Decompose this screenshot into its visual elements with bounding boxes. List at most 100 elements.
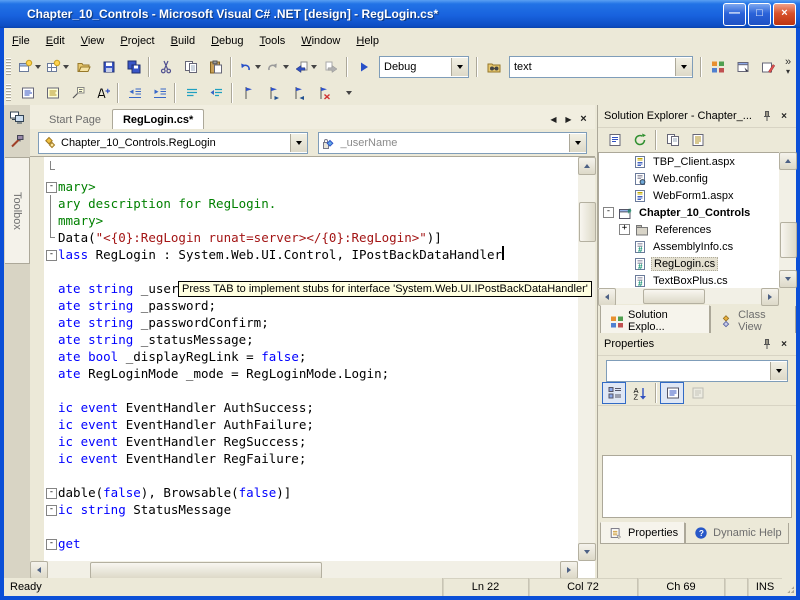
dropdown-arrow-icon[interactable]: [311, 65, 317, 69]
tab-dynamic-help[interactable]: ? Dynamic Help: [685, 523, 788, 544]
tab-properties[interactable]: Properties: [600, 522, 685, 544]
show-all-files-button[interactable]: [660, 129, 684, 151]
server-explorer-button[interactable]: [4, 105, 28, 129]
tree-scroll-right-icon[interactable]: [761, 288, 779, 306]
debug-dropdown-arrow[interactable]: [451, 58, 468, 76]
maximize-button[interactable]: □: [748, 3, 771, 26]
menu-build[interactable]: Build: [163, 32, 203, 50]
fold-margin[interactable]: -: [44, 535, 58, 552]
comment-lines-button[interactable]: [178, 81, 203, 105]
fold-margin[interactable]: [44, 280, 58, 297]
scroll-left-icon[interactable]: [30, 561, 48, 579]
close-panel-icon[interactable]: ×: [776, 109, 792, 124]
members-dropdown-arrow[interactable]: [569, 134, 586, 152]
menu-debug[interactable]: Debug: [203, 32, 251, 50]
fold-collapse-icon[interactable]: -: [46, 505, 57, 516]
editor-horizontal-scrollbar[interactable]: [30, 561, 578, 578]
cut-button[interactable]: [152, 55, 177, 79]
dropdown-arrow-icon[interactable]: [283, 65, 289, 69]
toolbar-grip[interactable]: [6, 58, 11, 76]
tree-item-textboxplus-cs[interactable]: #TextBoxPlus.cs: [599, 272, 779, 289]
dropdown-arrow-icon[interactable]: [35, 65, 41, 69]
fold-margin[interactable]: [44, 348, 58, 365]
fold-margin[interactable]: -: [44, 501, 58, 518]
toolbox-button[interactable]: [4, 129, 28, 153]
fold-margin[interactable]: [44, 263, 58, 280]
debug-configuration-dropdown[interactable]: Debug: [379, 56, 469, 78]
increase-indent-button[interactable]: [146, 81, 171, 105]
scroll-up-icon[interactable]: [578, 157, 596, 175]
properties-button[interactable]: [685, 129, 709, 151]
properties-pin-icon[interactable]: [760, 337, 776, 352]
members-dropdown[interactable]: _userName: [318, 132, 588, 154]
toolbar-grip[interactable]: [6, 84, 11, 102]
menu-help[interactable]: Help: [348, 32, 387, 50]
fold-margin[interactable]: [44, 331, 58, 348]
menu-view[interactable]: View: [73, 32, 113, 50]
resize-grip[interactable]: [782, 578, 796, 596]
menu-project[interactable]: Project: [112, 32, 162, 50]
tree-scroll-down-icon[interactable]: [779, 270, 797, 288]
menu-tools[interactable]: Tools: [252, 32, 294, 50]
fold-collapse-icon[interactable]: -: [46, 539, 57, 550]
fold-margin[interactable]: [44, 229, 58, 246]
fold-margin[interactable]: -: [44, 484, 58, 501]
tree-scroll-up-icon[interactable]: [779, 152, 797, 170]
fold-margin[interactable]: [44, 433, 58, 450]
bookmark-clear-button[interactable]: [310, 81, 335, 105]
solution-tree[interactable]: TBP_Client.aspxWeb.configWebForm1.aspx-#…: [598, 152, 779, 290]
minimize-button[interactable]: —: [723, 3, 746, 26]
expand-minus-icon[interactable]: -: [603, 207, 614, 218]
new-project-button[interactable]: [14, 55, 42, 79]
navigate-forward-button[interactable]: [318, 55, 343, 79]
tree-item-reglogin-cs[interactable]: #RegLogin.cs: [599, 255, 779, 272]
hscroll-thumb[interactable]: [90, 562, 322, 579]
fold-collapse-icon[interactable]: -: [46, 250, 57, 261]
find-in-files-button[interactable]: [480, 55, 505, 79]
toolbar-overflow-dropdown[interactable]: [335, 81, 360, 105]
bookmark-toggle-button[interactable]: [235, 81, 260, 105]
toolbox-window-button[interactable]: [754, 55, 779, 79]
tab-start-page[interactable]: Start Page: [38, 109, 112, 129]
member-list-button[interactable]: [14, 81, 39, 105]
fold-margin[interactable]: -: [44, 246, 58, 263]
tree-item-web-config[interactable]: Web.config: [599, 170, 779, 187]
code-editor[interactable]: -mary>ary description for RegLogin.mmary…: [30, 156, 595, 578]
tree-item-chapter-10-controls[interactable]: -#Chapter_10_Controls: [599, 204, 779, 221]
fold-margin[interactable]: -: [44, 178, 58, 195]
paste-button[interactable]: [202, 55, 227, 79]
decrease-indent-button[interactable]: [121, 81, 146, 105]
uncomment-lines-button[interactable]: [203, 81, 228, 105]
fold-collapse-icon[interactable]: -: [46, 488, 57, 499]
properties-object-dropdown[interactable]: [606, 360, 788, 382]
find-combo[interactable]: text: [509, 56, 693, 78]
menu-edit[interactable]: Edit: [38, 32, 73, 50]
fold-collapse-icon[interactable]: -: [46, 182, 57, 193]
properties-close-icon[interactable]: ×: [776, 337, 792, 352]
tree-vertical-scrollbar[interactable]: [779, 152, 796, 288]
tree-item-tbp-client-aspx[interactable]: TBP_Client.aspx: [599, 153, 779, 170]
toolbar-options-button[interactable]: »▾: [781, 58, 795, 76]
vscroll-thumb[interactable]: [579, 202, 596, 242]
save-all-button[interactable]: [120, 55, 145, 79]
properties-dropdown-arrow[interactable]: [770, 362, 787, 380]
tree-item-references[interactable]: +References: [599, 221, 779, 238]
alphabetical-button[interactable]: AZ: [627, 382, 651, 404]
fold-margin[interactable]: [44, 467, 58, 484]
fold-margin[interactable]: [44, 450, 58, 467]
types-dropdown-arrow[interactable]: [290, 134, 307, 152]
fold-margin[interactable]: [44, 212, 58, 229]
close-document-icon[interactable]: ×: [576, 113, 591, 125]
dropdown-arrow-icon[interactable]: [63, 65, 69, 69]
fold-margin[interactable]: [44, 161, 58, 178]
tree-vscroll-thumb[interactable]: [780, 222, 797, 258]
toolbox-tab[interactable]: Toolbox: [5, 157, 30, 264]
scroll-right-icon[interactable]: [560, 561, 578, 579]
editor-vertical-scrollbar[interactable]: [578, 157, 595, 561]
start-button[interactable]: [350, 55, 375, 79]
fold-margin[interactable]: [44, 297, 58, 314]
copy-button[interactable]: [177, 55, 202, 79]
quick-info-button[interactable]: [64, 81, 89, 105]
fold-margin[interactable]: [44, 365, 58, 382]
word-completion-button[interactable]: [89, 81, 114, 105]
